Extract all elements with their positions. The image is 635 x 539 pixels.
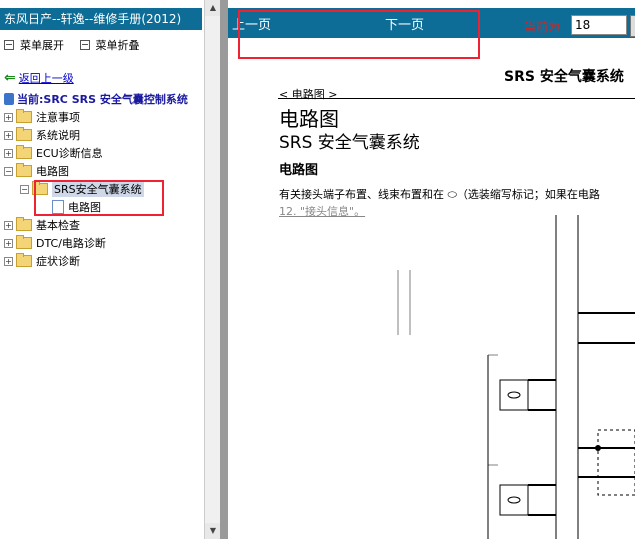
junction-dot bbox=[595, 445, 601, 451]
expand-toggle-icon[interactable]: + bbox=[4, 112, 13, 122]
sensor-component bbox=[499, 379, 529, 411]
sensor-component bbox=[499, 484, 529, 516]
module-box bbox=[597, 429, 635, 496]
folder-icon bbox=[16, 109, 32, 123]
folder-icon bbox=[16, 235, 32, 249]
back-link[interactable]: ⇐ 返回上一级 bbox=[4, 70, 74, 86]
tree-item-dtc[interactable]: + DTC/电路诊断 bbox=[4, 234, 106, 252]
expand-toggle-icon[interactable]: + bbox=[4, 148, 13, 158]
heading-secondary: SRS 安全气囊系统 bbox=[279, 133, 420, 153]
heading-tertiary: 电路图 bbox=[279, 163, 319, 178]
back-arrow-icon: ⇐ bbox=[4, 70, 16, 86]
tree-item-label: 系统说明 bbox=[36, 129, 80, 142]
highlight-box bbox=[238, 10, 480, 59]
terminal-symbol bbox=[507, 391, 521, 399]
tree-item-label: 注意事项 bbox=[36, 111, 80, 124]
current-location-label: 当前:SRC SRS 安全气囊控制系统 bbox=[17, 93, 188, 106]
current-location: 当前:SRC SRS 安全气囊控制系统 bbox=[4, 91, 188, 107]
go-button[interactable] bbox=[630, 15, 635, 37]
tree-item-label: DTC/电路诊断 bbox=[36, 237, 106, 250]
highlight-box bbox=[34, 180, 164, 216]
scroll-up-icon[interactable]: ▲ bbox=[205, 0, 221, 16]
tree-item-precautions[interactable]: + 注意事项 bbox=[4, 108, 80, 126]
tree-item-symptom[interactable]: + 症状诊断 bbox=[4, 252, 80, 270]
folder-open-icon bbox=[16, 163, 32, 177]
page-number-input[interactable] bbox=[571, 15, 627, 35]
tree-item-system-desc[interactable]: + 系统说明 bbox=[4, 126, 80, 144]
tree-item-label: 电路图 bbox=[36, 165, 69, 178]
back-link-label[interactable]: 返回上一级 bbox=[19, 70, 74, 86]
collapse-label: 菜单折叠 bbox=[95, 39, 140, 52]
expand-icon bbox=[4, 40, 14, 50]
scroll-down-icon[interactable]: ▼ bbox=[205, 523, 221, 539]
collapse-toggle-icon[interactable]: − bbox=[20, 184, 29, 194]
manual-title: 东风日产--轩逸--维修手册(2012) bbox=[0, 8, 202, 30]
current-page-label: 当前为 bbox=[524, 20, 561, 34]
collapse-menu-button[interactable]: 菜单折叠 bbox=[79, 37, 140, 53]
section-tag: < 电路图 > bbox=[279, 88, 338, 101]
tree-item-basic-check[interactable]: + 基本检查 bbox=[4, 216, 80, 234]
expand-toggle-icon[interactable]: + bbox=[4, 256, 13, 266]
intro-paragraph: 有关接头端子布置、线束布置和在 ⬭（选装缩写标记；如果在电路 bbox=[279, 188, 600, 201]
tree-item-label: 基本检查 bbox=[36, 219, 80, 232]
menu-row: 菜单展开 菜单折叠 bbox=[4, 37, 152, 53]
expand-toggle-icon[interactable]: + bbox=[4, 220, 13, 230]
doc-title: SRS 安全气囊系统 bbox=[504, 69, 624, 85]
tree-item-ecu-diag[interactable]: + ECU诊断信息 bbox=[4, 144, 103, 162]
terminal-symbol bbox=[507, 496, 521, 504]
tree-item-label: 症状诊断 bbox=[36, 255, 80, 268]
expand-menu-button[interactable]: 菜单展开 bbox=[4, 37, 64, 53]
location-icon bbox=[4, 93, 14, 105]
left-nav-panel: 东风日产--轩逸--维修手册(2012) 菜单展开 菜单折叠 ⇐ 返回上一级 当… bbox=[0, 0, 204, 539]
folder-icon bbox=[16, 145, 32, 159]
tree-item-wiring[interactable]: − 电路图 bbox=[4, 162, 69, 180]
expand-toggle-icon[interactable]: + bbox=[4, 238, 13, 248]
content-panel: 上一页 下一页 当前为 SRS 安全气囊系统 < 电路图 > 电路图 SRS 安… bbox=[228, 0, 635, 539]
folder-icon bbox=[16, 217, 32, 231]
collapse-icon bbox=[79, 40, 90, 50]
wiring-diagram bbox=[397, 215, 635, 539]
splitter[interactable] bbox=[220, 0, 228, 539]
divider bbox=[278, 98, 635, 99]
expand-label: 菜单展开 bbox=[20, 39, 64, 52]
collapse-toggle-icon[interactable]: − bbox=[4, 166, 13, 176]
left-scrollbar[interactable]: ▲ ▼ bbox=[204, 0, 221, 539]
expand-toggle-icon[interactable]: + bbox=[4, 130, 13, 140]
folder-icon bbox=[16, 127, 32, 141]
tree-item-label: ECU诊断信息 bbox=[36, 147, 103, 160]
folder-icon bbox=[16, 253, 32, 267]
